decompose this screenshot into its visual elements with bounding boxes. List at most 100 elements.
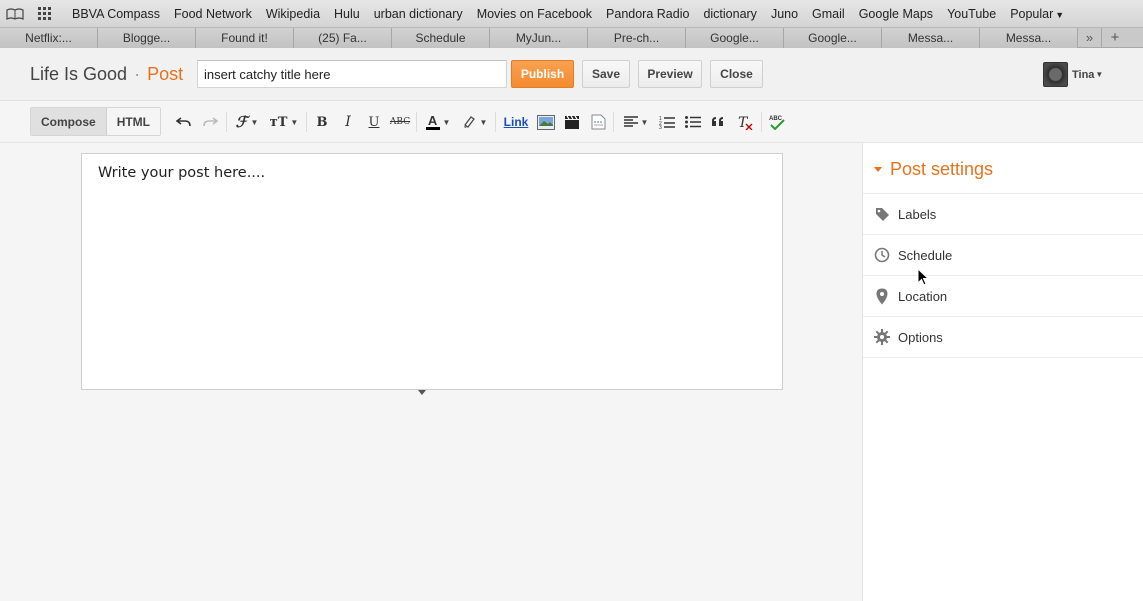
publish-button[interactable]: Publish <box>511 60 574 88</box>
avatar[interactable] <box>1043 62 1068 87</box>
insert-video-icon[interactable] <box>562 112 582 132</box>
browser-tab[interactable]: Google... <box>784 28 882 48</box>
account-menu[interactable]: Tina ▼ <box>1043 62 1103 87</box>
insert-link-button[interactable]: Link <box>502 112 530 132</box>
underline-icon[interactable]: U <box>366 112 382 132</box>
settings-item-options[interactable]: Options <box>863 317 1143 358</box>
highlighter-icon <box>463 116 475 128</box>
chevron-down-icon: ▼ <box>442 117 451 127</box>
chevron-down-icon: ▼ <box>640 117 649 127</box>
bookmark-wikipedia[interactable]: Wikipedia <box>259 7 327 21</box>
browser-tab[interactable]: Messa... <box>882 28 980 48</box>
browser-tab[interactable]: MyJun... <box>490 28 588 48</box>
bookmark-juno[interactable]: Juno <box>764 7 805 21</box>
blockquote-icon[interactable] <box>709 112 727 132</box>
post-title-input[interactable] <box>197 60 507 88</box>
toolbar-separator <box>416 112 417 132</box>
post-body-editor[interactable]: Write your post here.... <box>81 153 783 390</box>
html-mode-button[interactable]: HTML <box>106 108 161 135</box>
save-button[interactable]: Save <box>582 60 630 88</box>
bookmark-bbva-compass[interactable]: BBVA Compass <box>65 7 167 21</box>
settings-item-label: Schedule <box>898 247 953 263</box>
chevron-down-icon: ▼ <box>1055 9 1065 20</box>
new-tab-icon[interactable]: + <box>1102 28 1128 47</box>
browser-tab[interactable]: Messa... <box>980 28 1078 48</box>
tag-icon <box>873 205 891 223</box>
font-family-dropdown[interactable]: ℱ ▼ <box>232 112 262 132</box>
bookmark-pandora-radio[interactable]: Pandora Radio <box>599 7 696 21</box>
settings-item-labels[interactable]: Labels <box>863 194 1143 235</box>
bookmark-dictionary[interactable]: dictionary <box>696 7 764 21</box>
browser-tab[interactable]: Schedule <box>392 28 490 48</box>
browser-tab[interactable]: Pre-ch... <box>588 28 686 48</box>
chevron-down-icon: ▼ <box>290 117 299 127</box>
compose-mode-button[interactable]: Compose <box>31 108 107 135</box>
blog-name[interactable]: Life Is Good <box>30 64 127 84</box>
gear-icon <box>873 328 891 346</box>
browser-tab[interactable]: Blogge... <box>98 28 196 48</box>
remove-formatting-icon[interactable]: T <box>735 112 755 132</box>
editor-resize-handle[interactable] <box>418 390 426 395</box>
preview-button[interactable]: Preview <box>638 60 702 88</box>
bookmark-food-network[interactable]: Food Network <box>167 7 259 21</box>
alignment-dropdown[interactable]: ▼ <box>621 112 651 132</box>
bookmark-hulu[interactable]: Hulu <box>327 7 367 21</box>
chevron-down-icon: ▼ <box>1095 70 1104 79</box>
browser-tab-bar: Netflix:... Blogge... Found it! (25) Fa.… <box>0 28 1143 48</box>
reading-list-icon[interactable] <box>0 0 30 28</box>
page-title: Life Is Good · Post <box>30 64 183 85</box>
bold-icon[interactable]: B <box>314 112 330 132</box>
post-settings-header[interactable]: Post settings <box>874 159 993 180</box>
more-tabs-icon[interactable]: » <box>1078 28 1102 47</box>
post-settings-panel: Post settings Labels Schedule Location O… <box>862 143 1143 601</box>
text-color-dropdown[interactable]: A ▼ <box>424 112 452 132</box>
bookmark-google-maps[interactable]: Google Maps <box>852 7 940 21</box>
italic-icon[interactable]: I <box>340 112 356 132</box>
browser-tab[interactable]: Netflix:... <box>0 28 98 48</box>
bookmark-urban-dictionary[interactable]: urban dictionary <box>367 7 470 21</box>
settings-item-location[interactable]: Location <box>863 276 1143 317</box>
collapse-triangle-icon <box>874 167 882 172</box>
browser-tab[interactable]: (25) Fa... <box>294 28 392 48</box>
bookmark-movies-on-facebook[interactable]: Movies on Facebook <box>470 7 599 21</box>
spellcheck-icon[interactable]: ABC <box>767 112 787 132</box>
text-color-icon: A <box>425 114 440 130</box>
bookmark-youtube[interactable]: YouTube <box>940 7 1003 21</box>
settings-item-label: Location <box>898 288 948 304</box>
close-button[interactable]: Close <box>710 60 763 88</box>
numbered-list-icon[interactable]: 123 <box>658 112 676 132</box>
redo-icon[interactable] <box>201 112 219 132</box>
editor-header: Life Is Good · Post Publish Save Preview… <box>0 48 1143 101</box>
svg-text:3: 3 <box>659 125 662 129</box>
font-size-dropdown[interactable]: тT ▼ <box>269 112 299 132</box>
svg-text:ABC: ABC <box>769 116 783 122</box>
bookmarks-bar: BBVA Compass Food Network Wikipedia Hulu… <box>0 0 1143 28</box>
font-size-icon: тT <box>269 114 288 130</box>
clock-icon <box>873 246 891 264</box>
toolbar-separator <box>306 112 307 132</box>
post-body-text[interactable]: Write your post here.... <box>98 165 265 181</box>
format-toolbar: Compose HTML ℱ ▼ тT ▼ B I U ABC A ▼ ▼ Link … <box>0 101 1143 143</box>
account-name[interactable]: Tina <box>1072 69 1094 81</box>
bulleted-list-icon[interactable] <box>684 112 702 132</box>
insert-jump-break-icon[interactable] <box>588 112 608 132</box>
mouse-cursor-icon <box>917 267 930 289</box>
top-sites-grid-icon[interactable] <box>30 0 60 28</box>
browser-tab[interactable]: Google... <box>686 28 784 48</box>
section-name: Post <box>147 64 184 84</box>
settings-item-label: Options <box>898 329 943 345</box>
insert-image-icon[interactable] <box>536 112 556 132</box>
browser-tab[interactable]: Found it! <box>196 28 294 48</box>
toolbar-separator <box>226 112 227 132</box>
strikethrough-icon[interactable]: ABC <box>390 112 410 132</box>
highlight-color-dropdown[interactable]: ▼ <box>460 112 488 132</box>
settings-item-schedule[interactable]: Schedule <box>863 235 1143 276</box>
location-pin-icon <box>873 287 891 305</box>
bookmark-gmail[interactable]: Gmail <box>805 7 852 21</box>
chevron-down-icon: ▼ <box>250 117 259 127</box>
toolbar-separator <box>613 112 614 132</box>
toolbar-separator <box>495 112 496 132</box>
undo-icon[interactable] <box>175 112 193 132</box>
bookmark-folder-popular[interactable]: Popular ▼ <box>1003 7 1071 21</box>
title-separator: · <box>134 64 141 84</box>
